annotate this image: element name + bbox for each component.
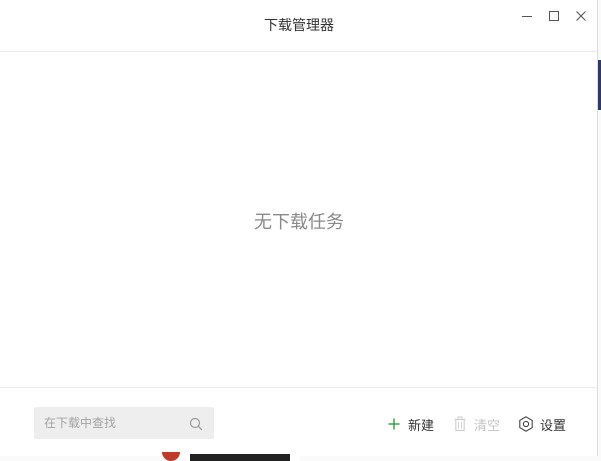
gear-icon: [518, 416, 534, 432]
maximize-icon: [548, 10, 560, 22]
empty-state-message: 无下载任务: [254, 212, 344, 233]
close-icon: [575, 10, 587, 22]
window-title: 下载管理器: [264, 18, 334, 34]
new-download-button[interactable]: 新建: [386, 414, 434, 434]
close-button[interactable]: [571, 6, 591, 26]
search-input[interactable]: [34, 407, 184, 439]
minimize-icon: [521, 10, 533, 22]
background-logo-fragment: [162, 452, 180, 461]
search-icon[interactable]: [189, 416, 203, 431]
trash-icon: [452, 416, 468, 432]
background-window-fragment: [160, 452, 300, 461]
clear-button[interactable]: 清空: [452, 414, 500, 434]
minimize-button[interactable]: [517, 6, 537, 26]
clear-label: 清空: [474, 418, 501, 434]
settings-button[interactable]: 设置: [518, 414, 566, 434]
plus-icon: [386, 416, 402, 432]
title-bar[interactable]: 下载管理器: [0, 0, 597, 52]
new-download-label: 新建: [408, 418, 435, 434]
background-text-fragment: [190, 454, 290, 461]
settings-label: 设置: [540, 418, 567, 434]
search-box[interactable]: [34, 407, 214, 439]
page: 下载管理器 无下载任务 在下载中查找 新建 清空 设置: [0, 0, 601, 461]
maximize-button[interactable]: [544, 6, 564, 26]
download-list-area: 无下载任务: [0, 52, 597, 387]
download-manager-window: 下载管理器 无下载任务 在下载中查找 新建 清空 设置: [0, 0, 598, 456]
footer-toolbar: 新建 清空: [0, 387, 597, 456]
